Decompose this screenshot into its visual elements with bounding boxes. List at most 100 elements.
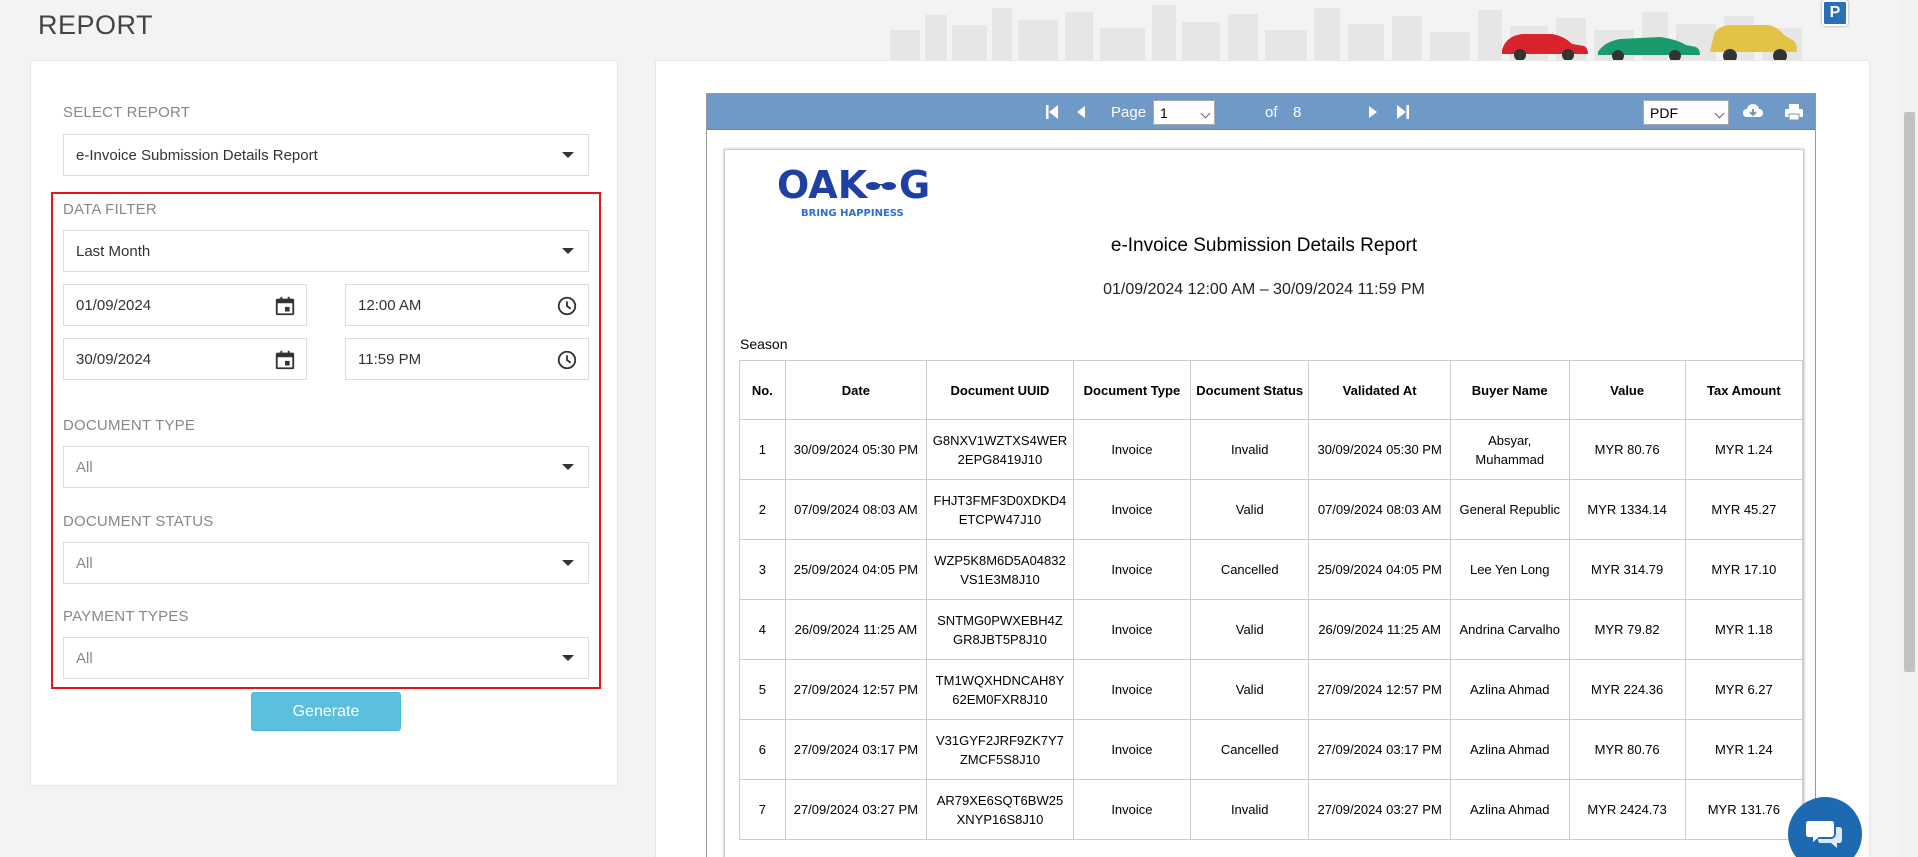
calendar-icon[interactable] <box>274 349 296 371</box>
column-header: Value <box>1568 360 1686 420</box>
row-buyer-name: General Republic <box>1449 479 1570 540</box>
table-header-row: No. Date Document UUID Document Type Doc… <box>739 360 1803 420</box>
row-tax-amount-text: MYR 131.76 <box>1707 802 1780 817</box>
total-pages: 8 <box>1293 103 1302 121</box>
payment-types-dropdown[interactable]: All <box>63 637 589 679</box>
report-title: e-Invoice Submission Details Report <box>1110 235 1418 256</box>
row-value: MYR 2424.73 <box>1568 779 1686 840</box>
row-document-status: Cancelled <box>1190 719 1310 780</box>
table-row: 3 25/09/2024 04:05 PM WZP5K8M6D5A04832 VS1E… <box>739 539 1803 600</box>
header-banner <box>880 0 1830 60</box>
row-document-type-text: Invoice <box>1111 562 1153 577</box>
row-validated-at-text: 07/09/2024 08:03 AM <box>1317 502 1442 517</box>
row-date: 27/09/2024 03:27 PM <box>784 779 928 840</box>
table-row: 7 27/09/2024 03:27 PM AR79XE6SQT6BW25 XNYP1… <box>739 779 1803 840</box>
start-date-value: 01/09/2024 <box>76 296 152 314</box>
row-document-status: Invalid <box>1190 779 1310 840</box>
row-tax-amount: MYR 1.24 <box>1684 719 1803 780</box>
row-number-text: 3 <box>758 562 766 577</box>
of-label: of <box>1265 103 1278 121</box>
page-label: Page <box>1111 103 1147 121</box>
end-time-input[interactable]: 11:59 PM <box>345 338 589 380</box>
row-document-uuid-text: WZP5K8M6D5A04832 <box>934 552 1066 568</box>
document-type-value: All <box>76 458 93 476</box>
row-value: MYR 80.76 <box>1568 719 1686 780</box>
row-tax-amount: MYR 1.18 <box>1684 599 1803 660</box>
city-cars-illustration <box>890 5 1802 60</box>
report-preview-panel: Page 1 of 8 PDF OAK G BRING HAPPINESS e-… <box>655 60 1870 857</box>
row-value: MYR 314.79 <box>1568 539 1686 600</box>
chevron-down-icon <box>562 464 574 470</box>
end-date-input[interactable]: 30/09/2024 <box>63 338 307 380</box>
cloud-download-icon[interactable] <box>1742 102 1764 122</box>
row-validated-at-text: 27/09/2024 03:27 PM <box>1317 802 1442 817</box>
row-number: 7 <box>739 779 786 840</box>
row-document-uuid-text: 62EM0FXR8J10 <box>952 691 1048 707</box>
print-icon[interactable] <box>1784 103 1804 121</box>
row-number-text: 5 <box>758 682 766 697</box>
parking-logo-icon[interactable]: P <box>1822 0 1848 26</box>
end-time-value: 11:59 PM <box>358 350 422 368</box>
row-buyer-name: Azlina Ahmad <box>1449 779 1570 840</box>
row-value-text: MYR 80.76 <box>1594 442 1660 457</box>
first-page-icon[interactable] <box>1044 103 1060 121</box>
chevron-down-icon <box>562 560 574 566</box>
row-document-type: Invoice <box>1072 659 1192 720</box>
document-status-label: DOCUMENT STATUS <box>63 513 214 530</box>
table-row: 1 30/09/2024 05:30 PM G8NXV1WZTXS4WER 2EPG8… <box>739 419 1803 480</box>
row-number: 1 <box>739 419 786 480</box>
chevron-down-icon <box>562 655 574 661</box>
page-number-select[interactable]: 1 <box>1153 100 1215 125</box>
row-document-uuid: TM1WQXHDNCAH8Y 62EM0FXR8J10 <box>926 659 1074 720</box>
row-buyer-name: Lee Yen Long <box>1449 539 1570 600</box>
scrollbar-thumb[interactable] <box>1904 112 1915 672</box>
select-report-dropdown[interactable]: e-Invoice Submission Details Report <box>63 134 589 176</box>
row-document-type: Invoice <box>1072 419 1192 480</box>
row-date-text: 07/09/2024 08:03 AM <box>794 502 918 517</box>
row-value-text: MYR 80.76 <box>1594 742 1660 757</box>
column-header: Date <box>784 360 928 420</box>
document-type-label: DOCUMENT TYPE <box>63 417 196 434</box>
document-status-dropdown[interactable]: All <box>63 542 589 584</box>
export-format-select[interactable]: PDF <box>1643 100 1729 125</box>
start-date-input[interactable]: 01/09/2024 <box>63 284 307 326</box>
company-logo: OAK G BRING HAPPINESS <box>777 163 930 219</box>
data-filter-dropdown[interactable]: Last Month <box>63 230 589 272</box>
page-number-value: 1 <box>1160 104 1168 121</box>
row-date-text: 27/09/2024 03:17 PM <box>793 742 919 757</box>
row-number: 4 <box>739 599 786 660</box>
generate-button[interactable]: Generate <box>251 692 401 731</box>
row-document-uuid-text: ETCPW47J10 <box>958 511 1042 527</box>
calendar-icon[interactable] <box>274 295 296 317</box>
row-tax-amount: MYR 45.27 <box>1684 479 1803 540</box>
row-document-status-text: Valid <box>1235 502 1264 517</box>
row-document-status: Valid <box>1190 659 1310 720</box>
row-document-type-text: Invoice <box>1111 502 1153 517</box>
previous-page-icon[interactable] <box>1075 105 1087 119</box>
row-document-type: Invoice <box>1072 539 1192 600</box>
export-format-value: PDF <box>1650 104 1678 121</box>
viewer-toolbar: Page 1 of 8 PDF <box>707 94 1815 130</box>
row-buyer-name-text: Azlina Ahmad <box>1469 802 1550 817</box>
last-page-icon[interactable] <box>1395 103 1411 121</box>
table-row: 4 26/09/2024 11:25 AM SNTMG0PWXEBH4Z GR8JBT… <box>739 599 1803 660</box>
row-number: 3 <box>739 539 786 600</box>
row-validated-at: 30/09/2024 05:30 PM <box>1308 419 1451 480</box>
page-scrollbar[interactable] <box>1901 0 1918 857</box>
row-validated-at-text: 25/09/2024 04:05 PM <box>1317 562 1442 577</box>
row-value: MYR 79.82 <box>1568 599 1686 660</box>
row-document-status-text: Invalid <box>1230 442 1269 457</box>
row-buyer-name-text: General Republic <box>1459 502 1560 517</box>
chevron-down-icon <box>1714 108 1725 119</box>
next-page-icon[interactable] <box>1367 105 1379 119</box>
page-title: REPORT <box>38 10 154 40</box>
clock-icon[interactable] <box>556 295 578 317</box>
row-document-uuid: AR79XE6SQT6BW25 XNYP16S8J10 <box>926 779 1074 840</box>
row-buyer-name-text: Absyar, <box>1488 432 1532 448</box>
clock-icon[interactable] <box>556 349 578 371</box>
row-date-text: 27/09/2024 12:57 PM <box>793 682 919 697</box>
row-buyer-name-text: Azlina Ahmad <box>1469 742 1550 757</box>
document-type-dropdown[interactable]: All <box>63 446 589 488</box>
start-time-input[interactable]: 12:00 AM <box>345 284 589 326</box>
row-document-status-text: Valid <box>1235 682 1264 697</box>
